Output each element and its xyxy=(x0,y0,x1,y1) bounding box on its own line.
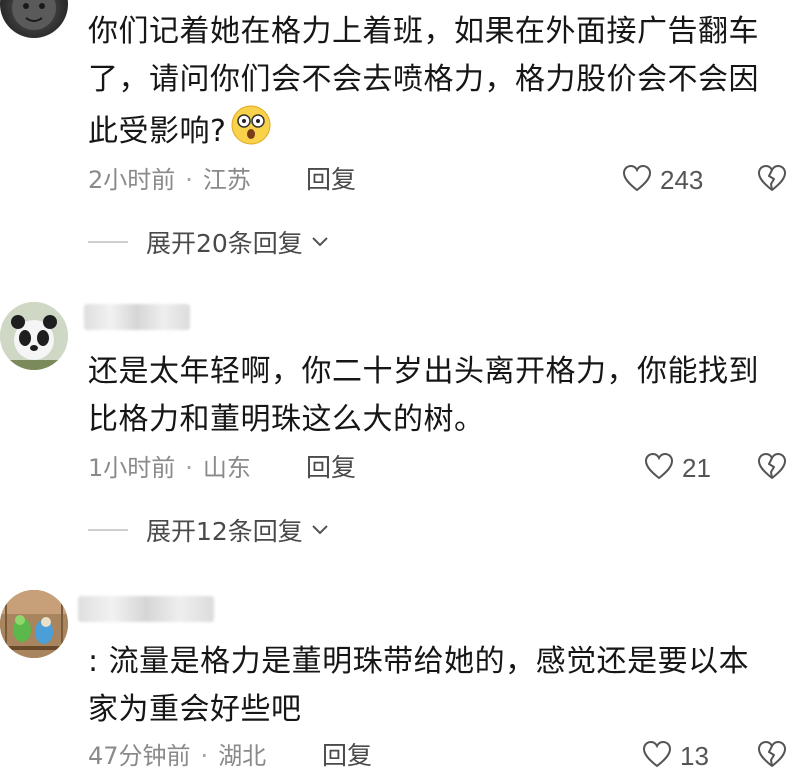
reply-button[interactable]: 回复 xyxy=(306,448,356,488)
comment-time: 2小时前 xyxy=(88,166,176,194)
comment-text-line: : 流量是格力是董明珠带给她的，感觉还是要以本 xyxy=(88,644,750,679)
comment-time: 1小时前 xyxy=(88,454,176,482)
comment-meta: 47分钟前 · 湖北 xyxy=(88,736,266,776)
avatar-image xyxy=(0,590,68,658)
comment-text-line: 你们记着她在格力上着班，如果在外面接广告翻车 xyxy=(88,14,759,49)
heart-outline-icon xyxy=(622,164,652,196)
broken-heart-icon xyxy=(757,740,787,772)
avatar[interactable] xyxy=(0,302,68,370)
surprised-emoji-icon xyxy=(230,104,272,161)
comment-text-line: 还是太年轻啊，你二十岁出头离开格力，你能找到 xyxy=(88,354,759,389)
dislike-button[interactable] xyxy=(752,448,792,488)
avatar-image xyxy=(12,0,56,30)
comment-location: 山东 xyxy=(202,454,251,482)
username-blurred[interactable] xyxy=(84,304,190,330)
like-count: 21 xyxy=(682,452,711,483)
expand-divider xyxy=(88,241,128,243)
dislike-button[interactable] xyxy=(752,736,792,776)
comment-text: 你们记着她在格力上着班，如果在外面接广告翻车 了，请问你们会不会去喷格力，格力股… xyxy=(88,8,788,161)
comment-location: 湖北 xyxy=(218,742,267,770)
dislike-button[interactable] xyxy=(752,160,792,200)
meta-separator: · xyxy=(185,454,193,482)
comment-text: 还是太年轻啊，你二十岁出头离开格力，你能找到 比格力和董明珠这么大的树。 xyxy=(88,348,788,444)
expand-replies-label: 展开20条回复 xyxy=(146,229,303,258)
comment-meta: 1小时前 · 山东 xyxy=(88,448,251,488)
like-button[interactable]: 21 xyxy=(644,448,711,488)
chevron-down-icon xyxy=(311,521,329,540)
username-blurred[interactable] xyxy=(78,596,214,622)
expand-divider xyxy=(88,529,128,531)
avatar[interactable] xyxy=(0,590,68,658)
comment-text-line: 此受影响? xyxy=(88,104,788,161)
meta-separator: · xyxy=(200,742,209,770)
comment-text-line: 家为重会好些吧 xyxy=(88,692,302,727)
comment-time: 47分钟前 xyxy=(88,742,191,770)
heart-outline-icon xyxy=(642,740,672,772)
expand-replies-button[interactable]: 展开20条回复 xyxy=(88,222,329,262)
like-count: 243 xyxy=(660,164,704,195)
reply-button[interactable]: 回复 xyxy=(306,160,356,200)
broken-heart-icon xyxy=(757,164,787,196)
avatar[interactable] xyxy=(0,0,68,38)
comment-meta: 2小时前 · 江苏 xyxy=(88,160,251,200)
expand-replies-button[interactable]: 展开12条回复 xyxy=(88,510,329,550)
broken-heart-icon xyxy=(757,452,787,484)
like-button[interactable]: 13 xyxy=(642,736,709,776)
chevron-down-icon xyxy=(311,233,329,252)
avatar-image xyxy=(0,302,68,370)
heart-outline-icon xyxy=(644,452,674,484)
expand-replies-label: 展开12条回复 xyxy=(146,517,303,546)
comment-location: 江苏 xyxy=(202,166,251,194)
like-button[interactable]: 243 xyxy=(622,160,703,200)
comment-text-line: 了，请问你们会不会去喷格力，格力股价会不会因 xyxy=(88,62,759,97)
reply-button[interactable]: 回复 xyxy=(322,736,372,776)
comment-text-line: 比格力和董明珠这么大的树。 xyxy=(88,402,485,437)
like-count: 13 xyxy=(680,740,709,771)
comment-text: : 流量是格力是董明珠带给她的，感觉还是要以本 家为重会好些吧 xyxy=(88,638,788,734)
meta-separator: · xyxy=(185,166,193,194)
